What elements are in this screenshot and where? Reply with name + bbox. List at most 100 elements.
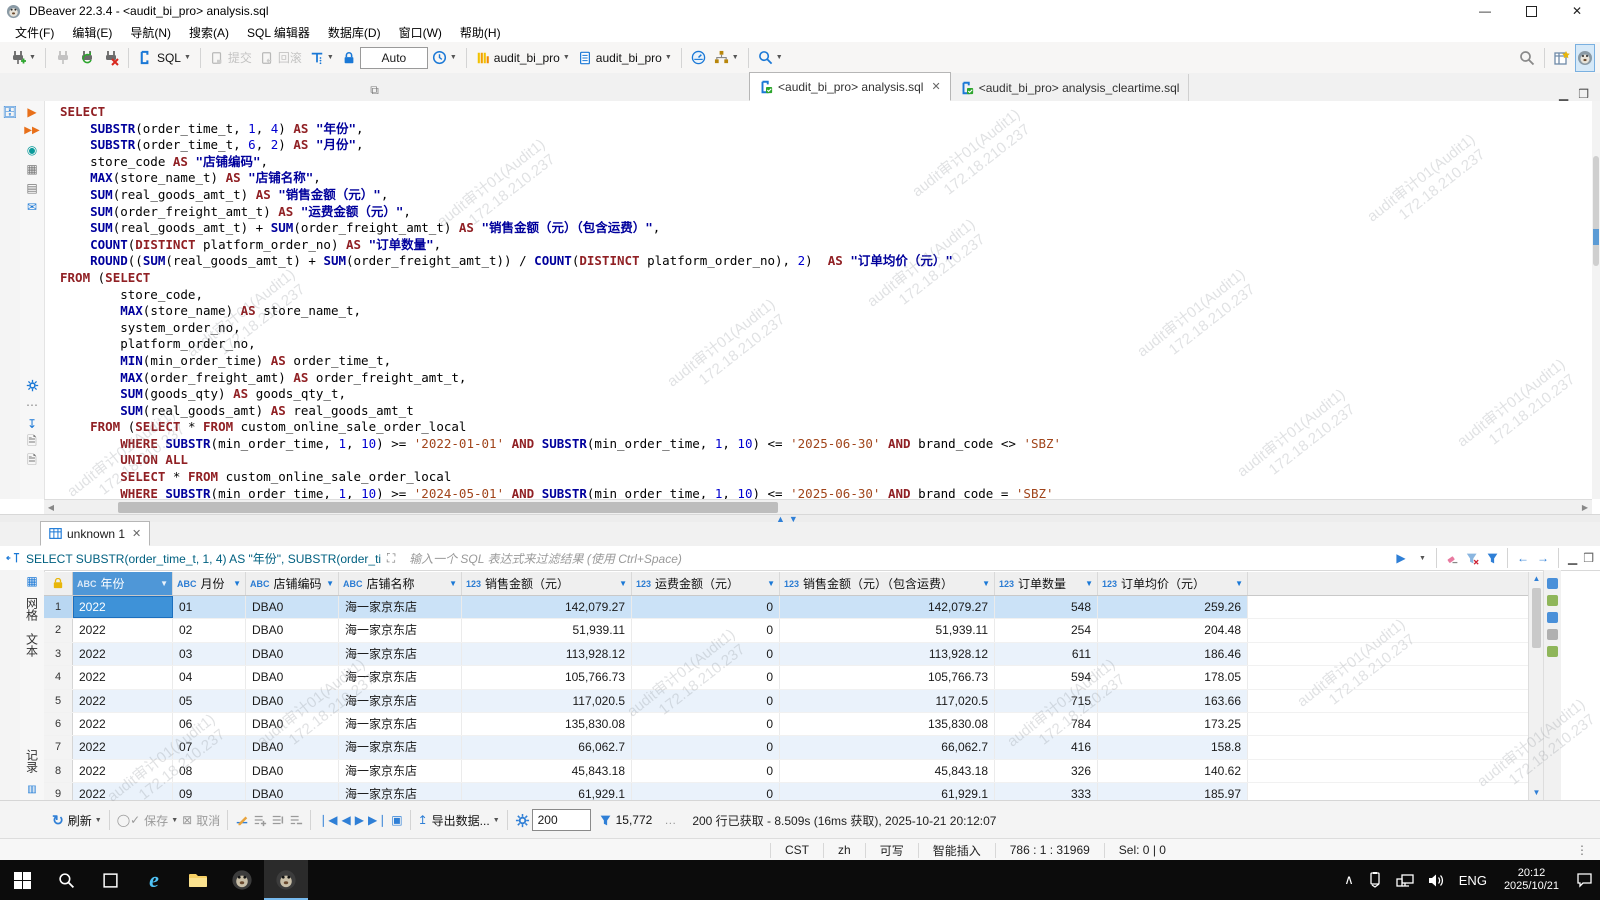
- row-number[interactable]: 8: [44, 760, 73, 782]
- code-line[interactable]: 789SELECT: [0, 104, 1600, 121]
- grid-cell[interactable]: 51,939.11: [780, 619, 995, 641]
- grid-cell[interactable]: 2022: [73, 760, 173, 782]
- column-filter-icon[interactable]: ▼: [445, 579, 457, 588]
- grid-cell[interactable]: 海一家京东店: [339, 596, 462, 618]
- grid-cell[interactable]: 784: [995, 713, 1098, 735]
- grid-cell[interactable]: 45,843.18: [780, 760, 995, 782]
- grid-cell[interactable]: 2022: [73, 666, 173, 688]
- code-line[interactable]: 801 MAX(store_name) AS store_name_t,: [0, 303, 1600, 320]
- remove-filter-icon[interactable]: [1462, 552, 1482, 565]
- file-explorer-button[interactable]: [176, 860, 220, 900]
- grid-cell[interactable]: 204.48: [1098, 619, 1248, 641]
- grid-cell[interactable]: DBA0: [246, 783, 339, 800]
- autocommit-combo[interactable]: Auto: [360, 47, 428, 69]
- tab-close-icon[interactable]: ✕: [931, 80, 940, 93]
- table-row[interactable]: 3202203DBA0海一家京东店113,928.120113,928.1261…: [44, 643, 1528, 666]
- usb-tray-icon[interactable]: [1361, 872, 1389, 888]
- column-header-5[interactable]: 123运费金额（元）▼: [632, 572, 780, 595]
- grid-cell[interactable]: 333: [995, 783, 1098, 800]
- row-number[interactable]: 3: [44, 643, 73, 665]
- rollback-button[interactable]: 回滚: [257, 46, 305, 70]
- row-number[interactable]: 5: [44, 690, 73, 712]
- grid-cell[interactable]: 海一家京东店: [339, 713, 462, 735]
- fetch-all-button[interactable]: 15,772: [599, 813, 653, 827]
- grid-cell[interactable]: 01: [173, 596, 246, 618]
- search-button[interactable]: [755, 46, 786, 70]
- filter-input[interactable]: 输入一个 SQL 表达式来过滤结果 (使用 Ctrl+Space): [409, 550, 1391, 567]
- connection-selector[interactable]: audit_bi_pro: [473, 46, 573, 70]
- editor-horizontal-scrollbar[interactable]: ◀ ▶: [44, 499, 1592, 515]
- grid-cell[interactable]: 61,929.1: [462, 783, 632, 800]
- scrollbar-thumb[interactable]: [1532, 588, 1541, 648]
- grid-cell[interactable]: 2022: [73, 736, 173, 758]
- grid-cell[interactable]: 594: [995, 666, 1098, 688]
- dbeaver-active-taskbar-button[interactable]: [264, 860, 308, 900]
- grid-cell[interactable]: 07: [173, 736, 246, 758]
- expand-query-icon[interactable]: ⛶: [381, 551, 401, 566]
- grid-cell[interactable]: 0: [632, 690, 780, 712]
- code-line[interactable]: 804 MIN(min_order_time) AS order_time_t,: [0, 353, 1600, 370]
- network-tray-icon[interactable]: [1389, 873, 1421, 888]
- add-row-button[interactable]: [253, 813, 267, 827]
- grid-cell[interactable]: 51,939.11: [462, 619, 632, 641]
- grid-cell[interactable]: DBA0: [246, 690, 339, 712]
- column-filter-icon[interactable]: ▼: [1081, 579, 1093, 588]
- code-line[interactable]: 811 SELECT * FROM custom_online_sale_ord…: [0, 469, 1600, 486]
- column-filter-icon[interactable]: ▼: [229, 579, 241, 588]
- column-header-4[interactable]: 123销售金额（元）▼: [462, 572, 632, 595]
- sql-editor-button[interactable]: SQL: [135, 46, 194, 70]
- column-header-7[interactable]: 123订单数量▼: [995, 572, 1098, 595]
- code-line[interactable]: 792 store_code AS "店铺编码",: [0, 154, 1600, 171]
- reconnect-button[interactable]: [76, 46, 98, 70]
- results-minimize-icon[interactable]: ▁: [1564, 551, 1581, 565]
- grid-cell[interactable]: DBA0: [246, 736, 339, 758]
- code-line[interactable]: 809 WHERE SUBSTR(min_order_time, 1, 10) …: [0, 436, 1600, 453]
- grid-cell[interactable]: 105,766.73: [462, 666, 632, 688]
- value-viewer-icon[interactable]: [1547, 578, 1558, 589]
- text-view-tab[interactable]: 文本: [24, 633, 41, 657]
- output-icon[interactable]: ✉: [22, 198, 42, 215]
- grid-cell[interactable]: 海一家京东店: [339, 690, 462, 712]
- column-filter-icon[interactable]: ▼: [1231, 579, 1243, 588]
- minimize-view-icon[interactable]: ▁: [1554, 87, 1573, 101]
- grid-cell[interactable]: 105,766.73: [780, 666, 995, 688]
- grid-cell[interactable]: 海一家京东店: [339, 783, 462, 800]
- code-line[interactable]: 791 SUBSTR(order_time_t, 6, 2) AS "月份",: [0, 137, 1600, 154]
- grid-cell[interactable]: 0: [632, 736, 780, 758]
- scroll-down-icon[interactable]: ▼: [1529, 786, 1544, 800]
- grid-cell[interactable]: 66,062.7: [462, 736, 632, 758]
- grid-view-tab[interactable]: 网格: [24, 597, 41, 621]
- delete-row-button[interactable]: [289, 813, 303, 827]
- grid-cell[interactable]: 66,062.7: [780, 736, 995, 758]
- grid-cell[interactable]: DBA0: [246, 666, 339, 688]
- table-row[interactable]: 5202205DBA0海一家京东店117,020.50117,020.57151…: [44, 690, 1528, 713]
- column-header-3[interactable]: ABC店铺名称▼: [339, 572, 462, 595]
- more-actions-icon[interactable]: ⋯: [22, 396, 42, 413]
- menu-item-1[interactable]: 编辑(E): [63, 22, 121, 43]
- status-info-icon[interactable]: ⋮: [1576, 843, 1588, 857]
- table-row[interactable]: 8202208DBA0海一家京东店45,843.18045,843.183261…: [44, 760, 1528, 783]
- commit-button[interactable]: 提交: [207, 46, 255, 70]
- column-header-0[interactable]: ABC年份▼: [73, 572, 173, 595]
- grid-cell[interactable]: 06: [173, 713, 246, 735]
- scrollbar-thumb[interactable]: [1593, 156, 1599, 266]
- code-line[interactable]: 806 SUM(goods_qty) AS goods_qty_t,: [0, 386, 1600, 403]
- grid-cell[interactable]: 135,830.08: [780, 713, 995, 735]
- column-filter-icon[interactable]: ▼: [615, 579, 627, 588]
- previous-row-button[interactable]: ◀: [342, 813, 351, 827]
- code-line[interactable]: 803 platform_order_no,: [0, 336, 1600, 353]
- grid-cell[interactable]: 03: [173, 643, 246, 665]
- script-doc-icon[interactable]: 🗎: [22, 434, 42, 451]
- start-button[interactable]: [0, 860, 44, 900]
- column-header-2[interactable]: ABC店铺编码▼: [246, 572, 339, 595]
- grid-cell[interactable]: 05: [173, 690, 246, 712]
- row-number[interactable]: 4: [44, 666, 73, 688]
- tab-analysis-cleartime-sql[interactable]: <audit_bi_pro> analysis_cleartime.sql: [951, 74, 1190, 101]
- scroll-up-icon[interactable]: ▲: [1529, 572, 1544, 586]
- grid-cell[interactable]: 185.97: [1098, 783, 1248, 800]
- disconnect-button[interactable]: [52, 46, 74, 70]
- row-number[interactable]: 2: [44, 619, 73, 641]
- execute-statement-icon[interactable]: ▶: [22, 103, 42, 120]
- table-row[interactable]: 7202207DBA0海一家京东店66,062.7066,062.7416158…: [44, 736, 1528, 759]
- code-line[interactable]: 802 system_order_no,: [0, 320, 1600, 337]
